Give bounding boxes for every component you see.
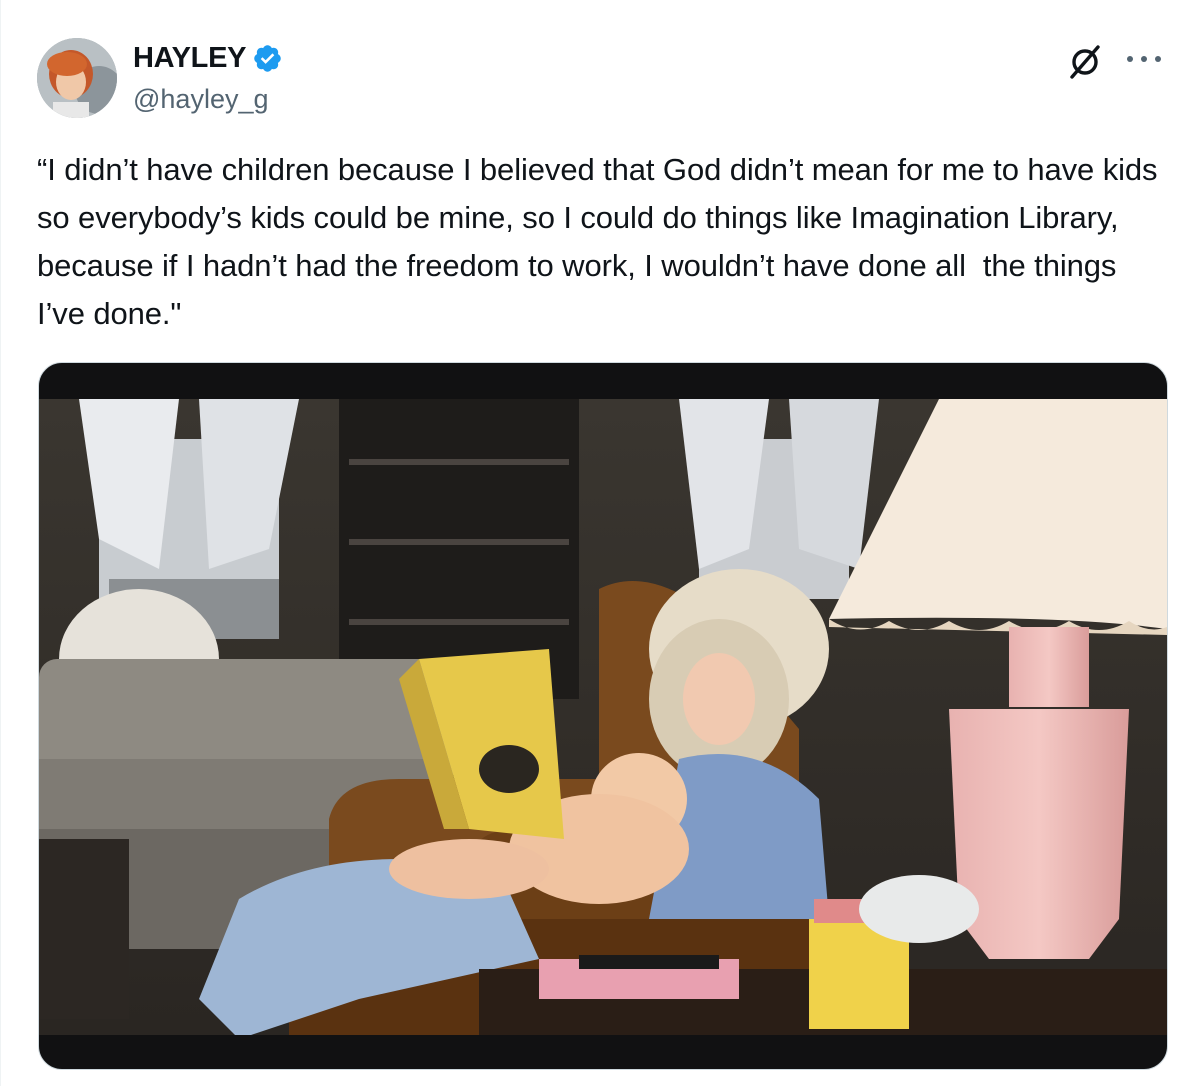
author-name-row[interactable]: HAYLEY [133, 40, 283, 76]
avatar[interactable] [37, 38, 117, 118]
more-options-icon[interactable] [1121, 46, 1167, 72]
author-display-name[interactable]: HAYLEY [133, 40, 246, 76]
avatar-image [37, 38, 117, 118]
verified-badge-icon[interactable] [252, 43, 283, 74]
author-handle[interactable]: @hayley_g [133, 82, 269, 116]
photo-woman-reading-to-baby [39, 399, 1167, 1035]
tweet-text: “I didn’t have children because I believ… [37, 152, 1166, 331]
tweet-photo[interactable] [38, 362, 1168, 1070]
grok-icon[interactable] [1065, 42, 1105, 82]
tweet-card[interactable]: HAYLEY @hayley_g “I didn’t have children… [0, 0, 1196, 1086]
